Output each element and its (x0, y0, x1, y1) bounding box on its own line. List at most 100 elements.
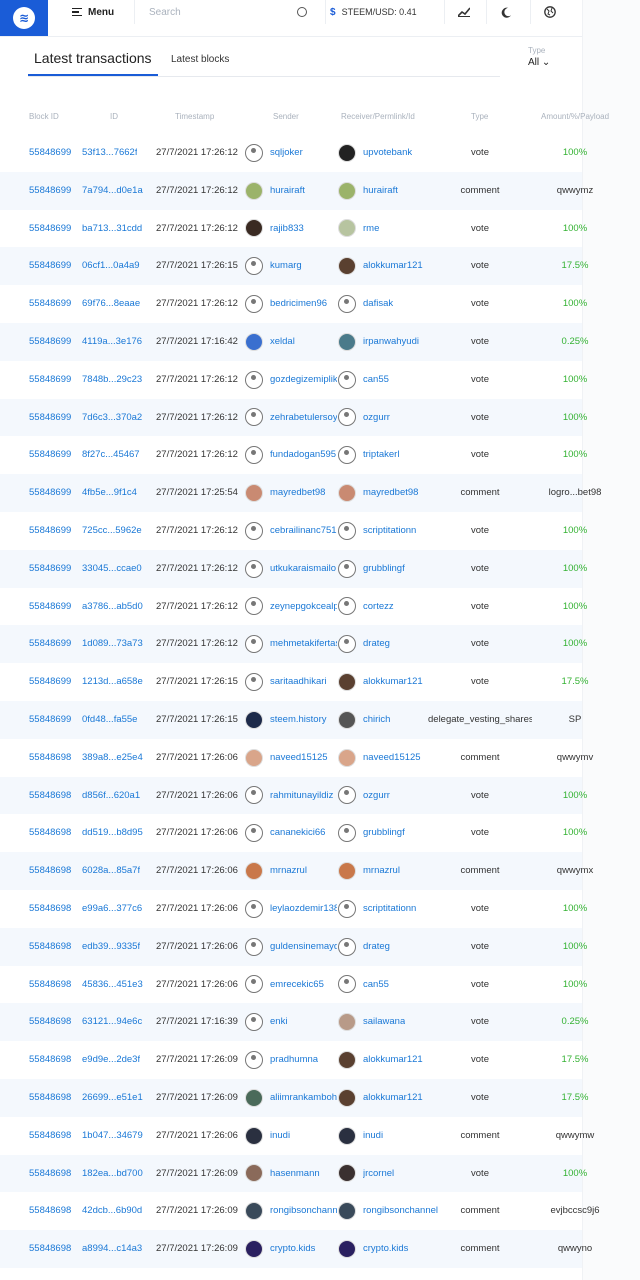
block-id-link[interactable]: 55848699 (29, 210, 71, 248)
receiver-avatar[interactable] (338, 710, 356, 729)
tx-id-link[interactable]: 0fd48...fa55e (82, 701, 137, 739)
block-id-link[interactable]: 55848698 (29, 852, 71, 890)
sender-link[interactable]: crypto.kids (270, 1230, 315, 1268)
sender-link[interactable]: rahmitunayildiz (270, 777, 333, 815)
sender-link[interactable]: enki (270, 1003, 287, 1041)
receiver-avatar[interactable] (338, 257, 356, 276)
receiver-avatar[interactable] (338, 559, 356, 578)
tx-id-link[interactable]: 63121...94e6c (82, 1003, 142, 1041)
receiver-avatar[interactable] (338, 1202, 356, 1221)
sender-link[interactable]: mayredbet98 (270, 474, 325, 512)
sender-link[interactable]: kumarg (270, 247, 302, 285)
sender-avatar[interactable] (245, 143, 263, 162)
block-id-link[interactable]: 55848699 (29, 625, 71, 663)
receiver-link[interactable]: inudi (363, 1117, 383, 1155)
block-id-link[interactable]: 55848699 (29, 663, 71, 701)
receiver-avatar[interactable] (338, 786, 356, 805)
type-filter-select[interactable]: All ⌄ (528, 57, 550, 68)
sender-link[interactable]: steem.history (270, 701, 327, 739)
block-id-link[interactable]: 55848698 (29, 1003, 71, 1041)
sender-link[interactable]: naveed15125 (270, 739, 328, 777)
sender-avatar[interactable] (245, 1051, 263, 1070)
sender-avatar[interactable] (245, 1013, 263, 1032)
sender-avatar[interactable] (245, 332, 263, 351)
sender-avatar[interactable] (245, 786, 263, 805)
sender-avatar[interactable] (245, 635, 263, 654)
tx-id-link[interactable]: dd519...b8d95 (82, 814, 143, 852)
block-id-link[interactable]: 55848698 (29, 1079, 71, 1117)
tab-latest-blocks[interactable]: Latest blocks (171, 44, 229, 76)
sender-link[interactable]: inudi (270, 1117, 290, 1155)
receiver-avatar[interactable] (338, 521, 356, 540)
sender-avatar[interactable] (245, 1164, 263, 1183)
sender-link[interactable]: hurairaft (270, 172, 305, 210)
receiver-avatar[interactable] (338, 143, 356, 162)
block-id-link[interactable]: 55848699 (29, 172, 71, 210)
sender-link[interactable]: saritaadhikari (270, 663, 327, 701)
receiver-avatar[interactable] (338, 824, 356, 843)
block-id-link[interactable]: 55848698 (29, 1192, 71, 1230)
receiver-link[interactable]: triptakerl (363, 436, 399, 474)
block-id-link[interactable]: 55848699 (29, 588, 71, 626)
sender-avatar[interactable] (245, 295, 263, 314)
tx-id-link[interactable]: 182ea...bd700 (82, 1155, 143, 1193)
receiver-link[interactable]: rongibsonchannel (363, 1192, 438, 1230)
tx-id-link[interactable]: e9d9e...2de3f (82, 1041, 140, 1079)
receiver-link[interactable]: irpanwahyudi (363, 323, 419, 361)
receiver-avatar[interactable] (338, 673, 356, 692)
tx-id-link[interactable]: 33045...ccae0 (82, 550, 142, 588)
block-id-link[interactable]: 55848699 (29, 474, 71, 512)
block-id-link[interactable]: 55848699 (29, 701, 71, 739)
tx-id-link[interactable]: a8994...c14a3 (82, 1230, 142, 1268)
receiver-avatar[interactable] (338, 1088, 356, 1107)
block-id-link[interactable]: 55848698 (29, 1041, 71, 1079)
sender-link[interactable]: bedricimen96 (270, 285, 327, 323)
receiver-avatar[interactable] (338, 899, 356, 918)
receiver-avatar[interactable] (338, 937, 356, 956)
type-filter[interactable]: Type All ⌄ (528, 46, 550, 68)
tx-id-link[interactable]: 1d089...73a73 (82, 625, 143, 663)
sender-link[interactable]: hasenmann (270, 1155, 320, 1193)
tx-id-link[interactable]: ba713...31cdd (82, 210, 142, 248)
receiver-link[interactable]: mrnazrul (363, 852, 400, 890)
tx-id-link[interactable]: 4119a...3e176 (82, 323, 142, 361)
receiver-link[interactable]: mayredbet98 (363, 474, 418, 512)
globe-icon[interactable] (530, 0, 569, 24)
search-icon[interactable] (297, 7, 307, 17)
sender-link[interactable]: mehmetakifertas (270, 625, 337, 663)
tx-id-link[interactable]: 06cf1...0a4a9 (82, 247, 140, 285)
receiver-avatar[interactable] (338, 748, 356, 767)
receiver-avatar[interactable] (338, 1013, 356, 1032)
receiver-link[interactable]: cortezz (363, 588, 394, 626)
block-id-link[interactable]: 55848698 (29, 966, 71, 1004)
receiver-avatar[interactable] (338, 181, 356, 200)
sender-link[interactable]: cananekici66 (270, 814, 325, 852)
block-id-link[interactable]: 55848698 (29, 814, 71, 852)
sender-avatar[interactable] (245, 824, 263, 843)
menu-button[interactable]: Menu (72, 0, 114, 24)
sender-link[interactable]: pradhumna (270, 1041, 318, 1079)
tx-id-link[interactable]: 7a794...d0e1a (82, 172, 143, 210)
receiver-link[interactable]: crypto.kids (363, 1230, 408, 1268)
tab-latest-transactions[interactable]: Latest transactions (28, 44, 158, 76)
receiver-avatar[interactable] (338, 1051, 356, 1070)
sender-link[interactable]: rajib833 (270, 210, 304, 248)
sender-avatar[interactable] (245, 1126, 263, 1145)
sender-avatar[interactable] (245, 862, 263, 881)
receiver-link[interactable]: alokkumar121 (363, 247, 423, 285)
receiver-link[interactable]: drateg (363, 625, 390, 663)
sender-avatar[interactable] (245, 181, 263, 200)
block-id-link[interactable]: 55848699 (29, 436, 71, 474)
block-id-link[interactable]: 55848698 (29, 1155, 71, 1193)
sender-avatar[interactable] (245, 1202, 263, 1221)
tx-id-link[interactable]: 725cc...5962e (82, 512, 142, 550)
receiver-avatar[interactable] (338, 408, 356, 427)
block-id-link[interactable]: 55848699 (29, 134, 71, 172)
sender-link[interactable]: mrnazrul (270, 852, 307, 890)
block-id-link[interactable]: 55848698 (29, 1117, 71, 1155)
receiver-link[interactable]: ozgurr (363, 777, 390, 815)
tx-id-link[interactable]: 389a8...e25e4 (82, 739, 143, 777)
receiver-link[interactable]: can55 (363, 966, 389, 1004)
sender-link[interactable]: zehrabetulersoy (270, 399, 337, 437)
receiver-avatar[interactable] (338, 635, 356, 654)
